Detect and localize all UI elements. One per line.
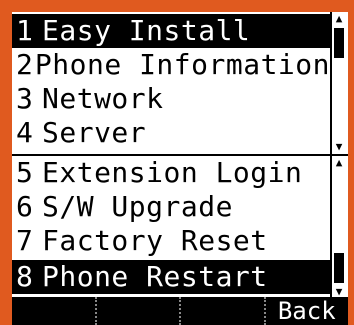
scrollbar-thumb[interactable]	[334, 253, 344, 283]
menu-item-server[interactable]: 4 Server	[12, 116, 330, 150]
lcd-screen: 1 Easy Install 2 Phone Information 3 Net…	[12, 12, 348, 325]
menu-item-easy-install[interactable]: 1 Easy Install	[12, 14, 330, 48]
menu-panel-bottom: 5 Extension Login 6 S/W Upgrade 7 Factor…	[12, 154, 348, 299]
menu-item-number: 8	[16, 260, 34, 293]
menu-item-label: S/W Upgrade	[42, 190, 233, 223]
menu-item-label: Phone Restart	[42, 260, 268, 293]
menu-item-factory-reset[interactable]: 7 Factory Reset	[12, 224, 330, 258]
menu-item-sw-upgrade[interactable]: 6 S/W Upgrade	[12, 190, 330, 224]
menu-item-number: 3	[16, 82, 34, 115]
menu-panel-top: 1 Easy Install 2 Phone Information 3 Net…	[12, 12, 348, 154]
softkey-bar: Back	[12, 297, 348, 325]
scroll-up-arrow-icon[interactable]: ▲	[332, 156, 346, 170]
scrollbar-bottom[interactable]: ▲ ▼	[330, 156, 346, 299]
menu-item-label: Extension Login	[42, 156, 303, 189]
menu-item-number: 6	[16, 190, 34, 223]
menu-item-phone-information[interactable]: 2 Phone Information	[12, 48, 330, 82]
softkey-2[interactable]	[97, 297, 181, 325]
menu-item-phone-restart[interactable]: 8 Phone Restart	[12, 260, 330, 294]
phone-bezel: 1 Easy Install 2 Phone Information 3 Net…	[0, 0, 354, 325]
menu-item-label: Easy Install	[42, 14, 251, 47]
menu-item-number: 1	[16, 14, 34, 47]
back-softkey[interactable]: Back	[266, 297, 349, 325]
menu-item-number: 7	[16, 224, 34, 257]
softkey-1[interactable]	[12, 297, 97, 325]
softkey-3[interactable]	[181, 297, 266, 325]
menu-item-network[interactable]: 3 Network	[12, 82, 330, 116]
menu-item-number: 4	[16, 116, 34, 149]
menu-item-label: Network	[42, 82, 164, 115]
menu-item-label: Factory Reset	[42, 224, 268, 257]
scroll-down-arrow-icon[interactable]: ▼	[332, 140, 346, 154]
menu-item-number: 5	[16, 156, 34, 189]
menu-item-number: 2	[16, 48, 34, 81]
scroll-up-arrow-icon[interactable]: ▲	[332, 12, 346, 26]
menu-item-extension-login[interactable]: 5 Extension Login	[12, 156, 330, 190]
scrollbar-top[interactable]: ▲ ▼	[330, 12, 346, 154]
menu-item-label: Server	[42, 116, 147, 149]
scrollbar-thumb[interactable]	[334, 28, 344, 58]
menu-item-label: Phone Information	[34, 48, 330, 81]
